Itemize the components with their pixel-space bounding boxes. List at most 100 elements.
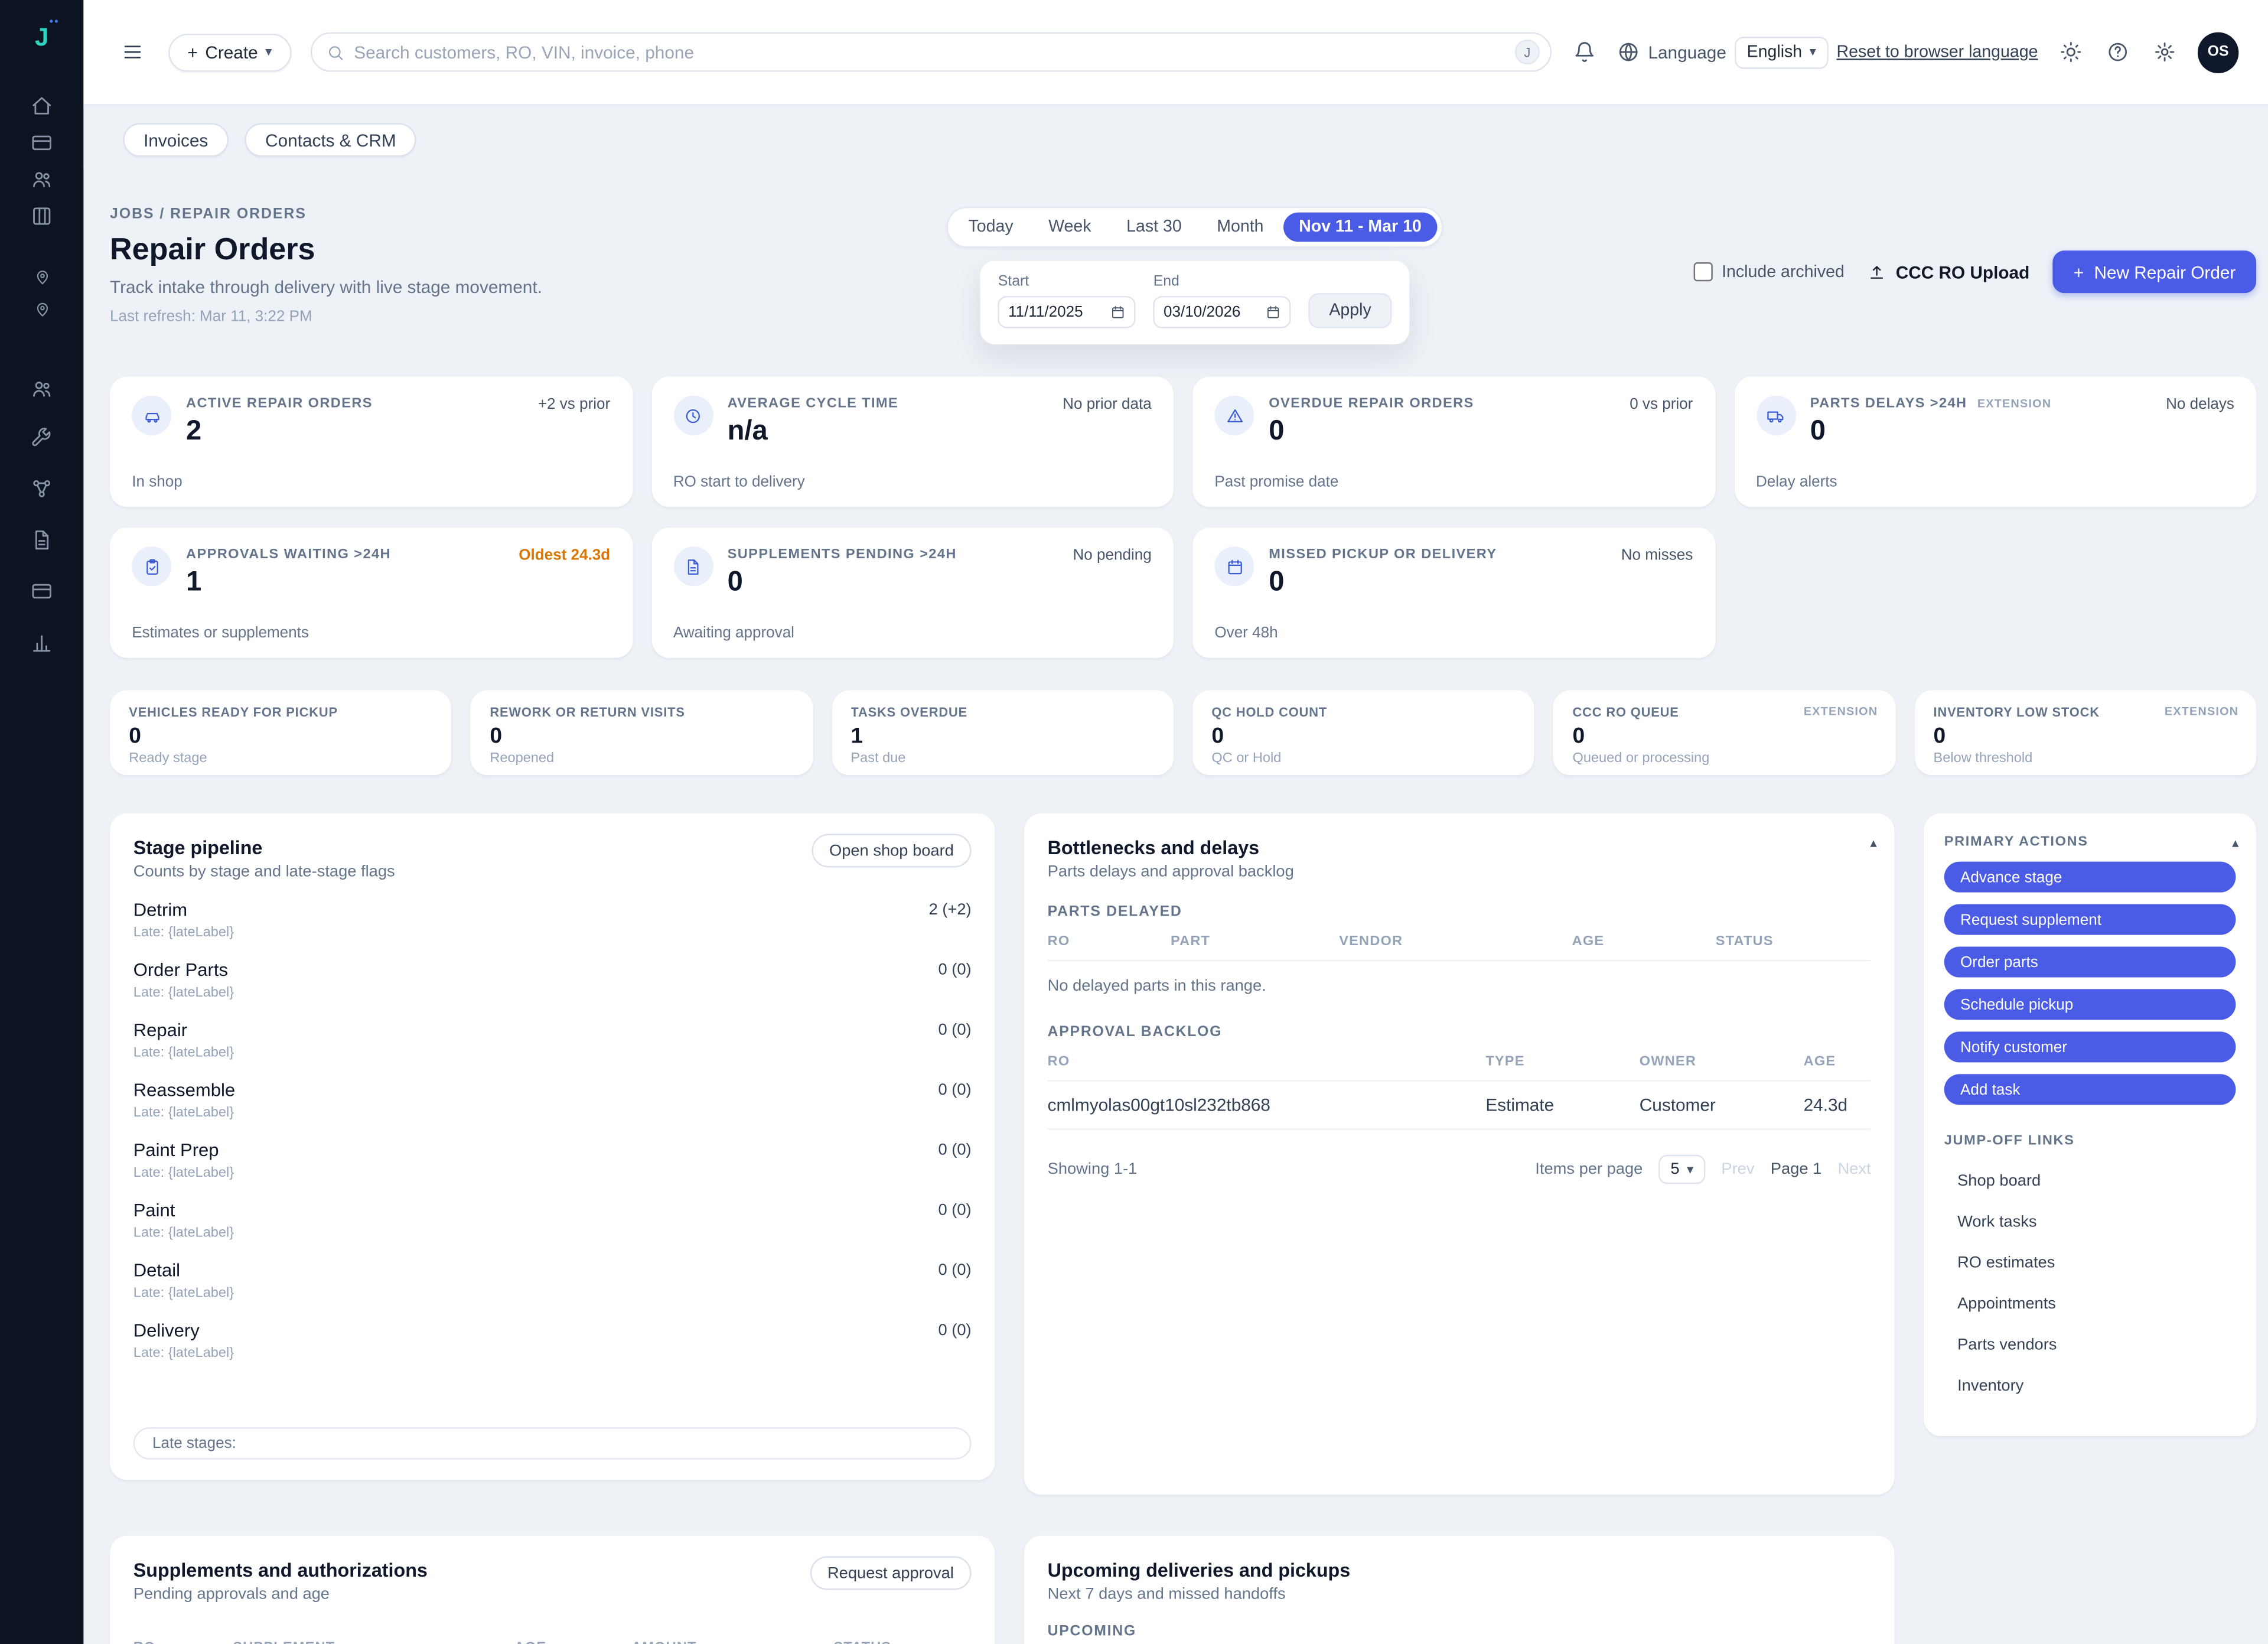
collapse-button[interactable]: ▴ xyxy=(2232,828,2238,855)
notify-customer-button[interactable]: Notify customer xyxy=(1944,1031,2236,1062)
next-page-button[interactable]: Next xyxy=(1838,1161,1871,1179)
cell-owner: Customer xyxy=(1640,1095,1804,1115)
kpi-caption: Estimates or supplements xyxy=(132,624,309,642)
cell-type: Estimate xyxy=(1485,1095,1639,1115)
ccc-ro-upload-button[interactable]: CCC RO Upload xyxy=(1868,262,2030,282)
col-status: STATUS xyxy=(833,1640,971,1644)
include-archived-checkbox[interactable] xyxy=(1694,262,1713,281)
request-approval-button[interactable]: Request approval xyxy=(810,1556,971,1590)
include-archived-toggle[interactable]: Include archived xyxy=(1694,262,1845,281)
reset-language-link[interactable]: Reset to browser language xyxy=(1837,43,2038,61)
items-per-page-select[interactable]: 5 ▾ xyxy=(1659,1155,1706,1184)
link-inventory[interactable]: Inventory xyxy=(1957,1366,2236,1407)
include-archived-label: Include archived xyxy=(1722,263,1845,281)
range-week-button[interactable]: Week xyxy=(1032,213,1107,242)
link-parts-vendors[interactable]: Parts vendors xyxy=(1957,1324,2236,1365)
sidebar-item-tools[interactable] xyxy=(31,414,53,462)
add-task-button[interactable]: Add task xyxy=(1944,1074,2236,1105)
end-date-input[interactable]: 03/10/2026 xyxy=(1153,296,1291,328)
stage-row-paint[interactable]: Paint 0 (0) xyxy=(133,1200,972,1221)
tab-contacts-crm[interactable]: Contacts & CRM xyxy=(245,123,416,157)
prev-page-button[interactable]: Prev xyxy=(1721,1161,1754,1179)
link-ro-estimates[interactable]: RO estimates xyxy=(1957,1243,2236,1284)
global-search: J xyxy=(310,32,1552,72)
schedule-pickup-button[interactable]: Schedule pickup xyxy=(1944,989,2236,1020)
tab-invoices[interactable]: Invoices xyxy=(123,123,229,157)
network-icon xyxy=(31,478,53,500)
kpi-value: 0 xyxy=(129,724,432,748)
apply-button[interactable]: Apply xyxy=(1309,293,1392,328)
range-month-button[interactable]: Month xyxy=(1201,213,1280,242)
order-parts-button[interactable]: Order parts xyxy=(1944,946,2236,977)
stage-row-detrim[interactable]: Detrim 2 (+2) xyxy=(133,900,972,920)
upcoming-section-label: UPCOMING xyxy=(1048,1624,1871,1640)
stage-row-paint-prep[interactable]: Paint Prep 0 (0) xyxy=(133,1140,972,1161)
sidebar-item-reports[interactable] xyxy=(31,618,53,667)
sidebar-item-home[interactable] xyxy=(31,89,53,123)
stage-late-note: Late: {lateLabel} xyxy=(133,1045,972,1061)
link-appointments[interactable]: Appointments xyxy=(1957,1284,2236,1324)
bar-chart-icon xyxy=(31,631,53,653)
user-avatar[interactable]: OS xyxy=(2198,31,2238,72)
sidebar-item-customers[interactable] xyxy=(31,162,53,196)
collapse-button[interactable]: ▴ xyxy=(1870,828,1876,855)
calendar-icon xyxy=(1214,546,1254,586)
request-supplement-button[interactable]: Request supplement xyxy=(1944,904,2236,935)
kpi-value: 0 xyxy=(1269,567,1497,600)
search-input[interactable] xyxy=(354,42,1504,63)
users-icon xyxy=(31,168,53,190)
sun-icon xyxy=(2060,41,2082,63)
sidebar-item-payments[interactable] xyxy=(31,567,53,616)
items-per-page-label: Items per page xyxy=(1535,1161,1643,1179)
stage-row-reassemble[interactable]: Reassemble 0 (0) xyxy=(133,1080,972,1101)
app-logo[interactable]: J •• xyxy=(35,24,48,53)
range-today-button[interactable]: Today xyxy=(952,213,1029,242)
range-custom-button[interactable]: Nov 11 - Mar 10 xyxy=(1283,213,1438,242)
kpi-caption: QC or Hold xyxy=(1211,750,1515,766)
sidebar-item-pinned-2[interactable] xyxy=(33,295,51,324)
new-repair-order-label: New Repair Order xyxy=(2094,262,2236,282)
stage-row-repair[interactable]: Repair 0 (0) xyxy=(133,1020,972,1040)
search-icon xyxy=(326,43,344,61)
alert-triangle-icon xyxy=(1214,396,1254,435)
link-work-tasks[interactable]: Work tasks xyxy=(1957,1202,2236,1242)
sidebar-item-documents[interactable] xyxy=(31,516,53,564)
sidebar-item-pinned-1[interactable] xyxy=(33,262,51,292)
sidebar-item-team[interactable] xyxy=(31,368,53,411)
approval-backlog-row[interactable]: cmlmyolas00gt10sl232tb868 Estimate Custo… xyxy=(1048,1082,1871,1130)
parts-delayed-section-label: PARTS DELAYED xyxy=(1048,904,1871,920)
advance-stage-button[interactable]: Advance stage xyxy=(1944,862,2236,893)
create-button[interactable]: + Create ▾ xyxy=(168,33,291,71)
kpi-caption: Ready stage xyxy=(129,750,432,766)
kpi-rework-return: REWORK OR RETURN VISITS 0 Reopened xyxy=(471,690,813,775)
start-date-input[interactable]: 11/11/2025 xyxy=(998,296,1136,328)
range-last30-button[interactable]: Last 30 xyxy=(1110,213,1198,242)
stage-late-note: Late: {lateLabel} xyxy=(133,924,972,940)
range-controls: Today Week Last 30 Month Nov 11 - Mar 10… xyxy=(946,207,1443,344)
open-shop-board-button[interactable]: Open shop board xyxy=(812,834,971,867)
settings-button[interactable] xyxy=(2151,38,2179,66)
link-shop-board[interactable]: Shop board xyxy=(1957,1161,2236,1202)
col-type: TYPE xyxy=(1485,1054,1639,1070)
col-supplement: SUPPLEMENT xyxy=(233,1640,514,1644)
theme-toggle-button[interactable] xyxy=(2057,38,2085,66)
sidebar-item-integrations[interactable] xyxy=(31,464,53,513)
new-repair-order-button[interactable]: + New Repair Order xyxy=(2053,250,2256,293)
stage-row-detail[interactable]: Detail 0 (0) xyxy=(133,1260,972,1281)
help-button[interactable] xyxy=(2104,38,2132,66)
kpi-value: 0 xyxy=(1269,416,1474,448)
sidebar-item-invoices[interactable] xyxy=(31,126,53,159)
notifications-button[interactable] xyxy=(1570,38,1598,66)
main-column: + Create ▾ J Language English ▾ Reset to… xyxy=(83,0,2268,1644)
top-header: + Create ▾ J Language English ▾ Reset to… xyxy=(83,0,2268,106)
subnav: Invoices Contacts & CRM xyxy=(83,106,2268,169)
col-ro: RO xyxy=(1048,933,1171,949)
menu-button[interactable] xyxy=(116,35,149,69)
language-select[interactable]: English ▾ xyxy=(1735,36,1828,69)
late-stages-filter-input[interactable]: Late stages: xyxy=(133,1427,972,1460)
approval-backlog-section-label: APPROVAL BACKLOG xyxy=(1048,1024,1871,1040)
chevron-up-icon: ▴ xyxy=(2232,835,2238,850)
sidebar-item-board[interactable] xyxy=(31,199,53,233)
stage-row-delivery[interactable]: Delivery 0 (0) xyxy=(133,1320,972,1341)
stage-row-order-parts[interactable]: Order Parts 0 (0) xyxy=(133,960,972,981)
